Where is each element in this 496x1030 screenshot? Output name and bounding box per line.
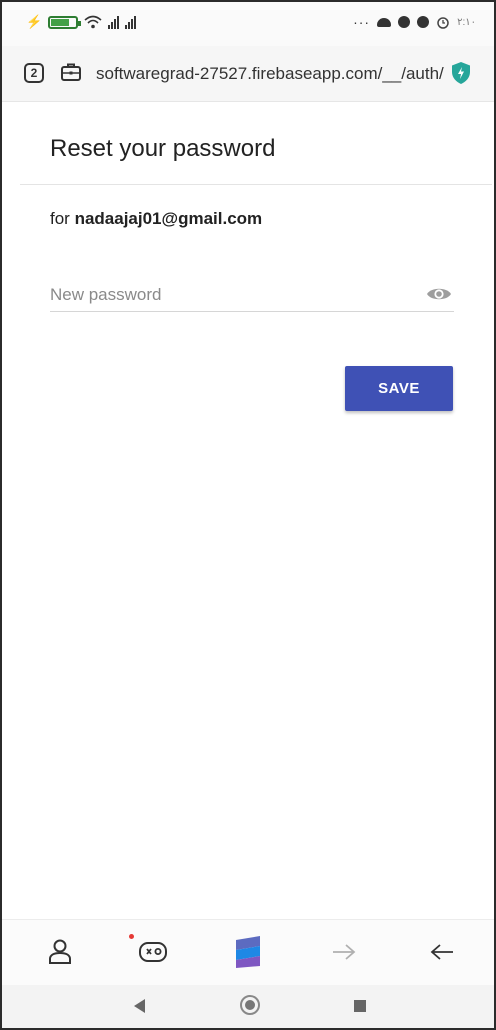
profile-icon <box>49 939 71 964</box>
charging-icon: ⚡ <box>26 14 43 29</box>
notification-dot <box>129 934 134 939</box>
profile-button[interactable] <box>42 934 78 970</box>
signal-icon <box>108 15 120 29</box>
url-text[interactable]: softwaregrad-27527.firebaseapp.com/__/au… <box>96 64 444 84</box>
phone-screen: ⚡ ··· ۲:۱۰ 2 softwaregrad-27527.firebase… <box>0 0 496 1030</box>
alarm-icon <box>437 17 449 29</box>
home-app-button[interactable] <box>230 934 266 970</box>
dnd-icon <box>398 16 411 28</box>
system-nav-bar <box>2 985 494 1028</box>
back-button[interactable] <box>424 934 460 970</box>
page-title: Reset your password <box>50 135 276 162</box>
title-divider <box>20 184 492 185</box>
forward-button[interactable] <box>326 934 362 970</box>
more-notifications-icon: ··· <box>353 14 371 30</box>
forward-arrow-icon <box>333 944 356 960</box>
briefcase-icon[interactable] <box>60 61 82 83</box>
email-line: for nadaajaj01@gmail.com <box>50 209 262 229</box>
status-left: ⚡ <box>26 14 137 30</box>
for-prefix: for <box>50 209 75 228</box>
games-button[interactable] <box>135 934 171 970</box>
nav-back-icon[interactable] <box>134 999 145 1013</box>
browser-url-bar: 2 softwaregrad-27527.firebaseapp.com/__/… <box>2 46 494 102</box>
back-arrow-icon <box>430 944 453 960</box>
cloud-icon <box>377 17 392 27</box>
data-saver-icon <box>417 16 430 28</box>
nav-recents-icon[interactable] <box>354 1000 366 1012</box>
tab-count-button[interactable]: 2 <box>24 63 44 83</box>
app-logo-icon <box>236 936 260 968</box>
status-time: ۲:۱۰ <box>457 16 476 28</box>
wifi-icon <box>84 15 102 29</box>
battery-icon <box>48 15 82 29</box>
shield-icon[interactable] <box>450 61 472 85</box>
save-button[interactable]: SAVE <box>345 366 453 411</box>
browser-bottom-toolbar <box>2 919 494 985</box>
game-controller-icon <box>139 942 167 962</box>
signal-icon-2 <box>125 15 137 29</box>
account-email: nadaajaj01@gmail.com <box>74 209 263 228</box>
nav-home-icon[interactable] <box>240 995 260 1015</box>
new-password-field <box>50 272 454 312</box>
new-password-input[interactable] <box>50 282 410 308</box>
status-right: ··· ۲:۱۰ <box>353 14 476 30</box>
eye-icon[interactable] <box>426 285 452 303</box>
status-bar: ⚡ ··· ۲:۱۰ <box>2 2 494 46</box>
